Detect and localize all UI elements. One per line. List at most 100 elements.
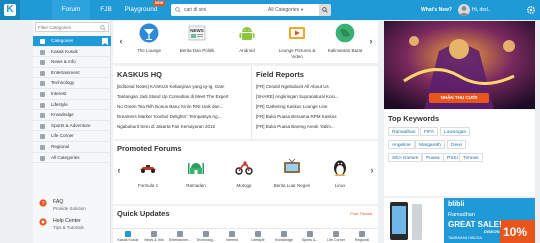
keyword-tag[interactable]: Margareth <box>415 140 445 149</box>
top-keywords-panel: Top Keywords Ramadhan FIFA Lowongan Ange… <box>384 110 535 196</box>
sidebar-item-knowledge[interactable]: Knowledge <box>33 110 111 121</box>
keyword-tag[interactable]: FIFA <box>420 127 439 136</box>
keyword-tag[interactable]: SEA Games <box>388 153 423 162</box>
carousel-item-the-lounge[interactable]: The Lounge <box>127 23 171 54</box>
kaskus-hq-item[interactable]: No Green Tea Rilh Bonus Baru: Kirim RNI … <box>117 104 247 109</box>
tab-fjb[interactable]: FJB <box>98 0 114 20</box>
sidebar-item-label: Entertainment <box>51 69 80 75</box>
keyword-tag[interactable]: Lowongan <box>440 127 471 136</box>
sidebar-item-kasak-kusuk[interactable]: Kasak Kusuk <box>33 47 111 58</box>
promoted-item-label: Linux <box>334 183 346 188</box>
sidebar-item-entertainment[interactable]: Entertainment <box>33 68 111 79</box>
sidebar-item-label: Categories <box>51 38 74 43</box>
sidebar-item-lifestyle[interactable]: Lifestyle <box>33 100 111 111</box>
gear-icon[interactable] <box>526 5 536 15</box>
promoted-item-ramadan[interactable]: Ramadan <box>173 157 219 188</box>
field-report-item[interactable]: [FR] Gathering Kaskus Lounge Line <box>256 104 376 109</box>
chevron-left-icon[interactable]: ‹ <box>117 34 125 48</box>
filter-categories-input[interactable] <box>38 24 98 31</box>
tab-entertainment[interactable]: Entertainme... <box>167 229 193 243</box>
kaskus-hq-item[interactable]: Ngabuburit Seru di Jakarta Fair Kemayora… <box>117 124 247 129</box>
map-pin-icon <box>359 231 365 237</box>
svg-text:NEWS: NEWS <box>190 28 204 33</box>
chevron-right-icon[interactable]: › <box>367 34 375 48</box>
tab-life-corner[interactable]: Life Corner <box>323 229 349 243</box>
chevron-left-icon[interactable]: ‹ <box>115 163 123 177</box>
newspaper-icon <box>151 231 157 237</box>
carousel-item-lounge-pictures[interactable]: Lounge Pictures & Video <box>275 23 319 59</box>
promoted-item-formula-1[interactable]: Formula 1 <box>125 157 171 188</box>
search-button[interactable] <box>319 4 331 16</box>
avatar[interactable] <box>458 4 470 16</box>
tab-technology[interactable]: Technolog... <box>193 229 219 243</box>
tab-sports[interactable]: Sports &... <box>297 229 323 243</box>
carousel-item-label: Kalimantan Barat <box>327 48 363 53</box>
search-category-select[interactable]: All Categories▼ <box>268 4 304 16</box>
game-ad-banner[interactable]: NHẬN THU CƯỚI <box>384 21 535 109</box>
carousel-item-label: Berita Dan Politik <box>179 48 215 53</box>
carousel-item-label: Android <box>239 48 255 53</box>
star-icon <box>229 231 235 237</box>
kaskus-logo[interactable]: K <box>0 0 20 20</box>
tab-news-info[interactable]: News & Info <box>141 229 167 243</box>
sidebar-item-label: Technology <box>51 80 75 86</box>
keyword-tag[interactable]: Dewi <box>447 140 466 149</box>
tab-forum[interactable]: Forum <box>52 0 90 20</box>
kaskus-hq-item[interactable]: [Editorial Notes] KASKUS Kebanjiran yang… <box>117 84 247 89</box>
search-icon <box>175 7 181 13</box>
sidebar-item-news[interactable]: News & Info <box>33 57 111 68</box>
field-report-item[interactable]: [SHARE] Angkringan Supranatural Kosi... <box>256 94 376 99</box>
keyword-tag[interactable]: Timnas <box>459 153 483 162</box>
faq-link[interactable]: ? FAQ Provide Solution <box>33 196 111 216</box>
carousel-item-android[interactable]: Android <box>225 23 269 54</box>
field-report-item[interactable]: [FR] Buka Puasa Bareng Areuk Yatim... <box>256 124 376 129</box>
field-reports-title: Field Reports <box>256 70 304 79</box>
logo-mark: K <box>4 4 16 16</box>
chevron-right-icon[interactable]: › <box>368 163 376 177</box>
tab-regional[interactable]: Regional <box>349 229 375 243</box>
tab-label: Interest <box>226 238 238 242</box>
sidebar-item-regional[interactable]: Regional <box>33 142 111 153</box>
help-center-link[interactable]: Help Center Tips & Tutorials <box>33 215 111 235</box>
whats-new-link[interactable]: What's New? <box>421 0 452 20</box>
user-greeting[interactable]: Hi, ded.. <box>472 0 491 20</box>
sidebar: Categories Kasak Kusuk News & Info Enter… <box>33 20 111 243</box>
sidebar-item-label: Life Corner <box>51 133 74 139</box>
tab-kasak-kusuk[interactable]: Kasak Kusuk <box>115 229 141 243</box>
tab-interest[interactable]: Interest <box>219 229 245 243</box>
blibli-ad-banner[interactable]: blibli Ramadhan GREAT SALE! DISKON 10% T… <box>384 198 535 243</box>
keyword-tag[interactable]: Angeline <box>388 140 415 149</box>
chevron-down-icon: ▼ <box>300 7 305 12</box>
sidebar-item-interest[interactable]: Interest <box>33 89 111 100</box>
sidebar-item-label: Kasak Kusuk <box>51 48 78 54</box>
bookmark-icon[interactable] <box>102 38 108 45</box>
chat-icon <box>125 231 131 237</box>
newspaper-icon: NEWS <box>188 25 206 41</box>
promoted-item-linux[interactable]: Linux <box>317 157 363 188</box>
carousel-item-berita-dan-politik[interactable]: NEWS Berita Dan Politik <box>175 23 219 54</box>
sidebar-item-life-corner[interactable]: Life Corner <box>33 131 111 142</box>
game-ad-cta[interactable]: NHẬN THU CƯỚI <box>429 93 489 103</box>
promoted-item-motogp[interactable]: Motogp <box>221 157 267 188</box>
sidebar-item-technology[interactable]: Technology <box>33 78 111 89</box>
forum-carousel: ‹ The Lounge NEWS Berita Dan Politik And… <box>113 21 378 63</box>
keyword-tag[interactable]: Ramadhan <box>388 127 420 136</box>
tab-knowledge[interactable]: Knowledge <box>271 229 297 243</box>
category-list: Categories Kasak Kusuk News & Info Enter… <box>33 36 111 164</box>
field-report-item[interactable]: [FR] Buka Puasa Bersama RPM Kaskus <box>256 114 376 119</box>
film-icon <box>40 70 45 76</box>
tab-lifestyle[interactable]: Lifestyle <box>245 229 271 243</box>
promoted-forums-panel: Promoted Forums ‹ Formula 1 Ramadan Moto… <box>113 141 378 204</box>
field-report-item[interactable]: [FR] Cendol Ngebuburit All About Us <box>256 84 376 89</box>
newspaper-icon <box>40 60 45 66</box>
keyword-tag[interactable]: Puasa <box>422 153 444 162</box>
carousel-item-kalimantan-barat[interactable]: Kalimantan Barat <box>323 23 367 54</box>
kaskus-hq-item[interactable]: Tantangan Jadi Stand Up Comedian di Meet… <box>117 94 247 99</box>
promoted-item-berita-luar-negeri[interactable]: Berita Luar Negeri <box>269 157 315 188</box>
sidebar-item-sports[interactable]: Sports & Adventure <box>33 121 111 132</box>
post-thread-link[interactable]: Post Thread <box>350 211 372 216</box>
sidebar-item-all-categories[interactable]: All Categories <box>33 153 111 164</box>
search-input[interactable] <box>184 5 264 15</box>
sidebar-item-categories[interactable]: Categories <box>33 36 111 47</box>
kaskus-hq-item[interactable]: Dreamers Market 'Iconbul Delights': Temp… <box>117 114 247 119</box>
